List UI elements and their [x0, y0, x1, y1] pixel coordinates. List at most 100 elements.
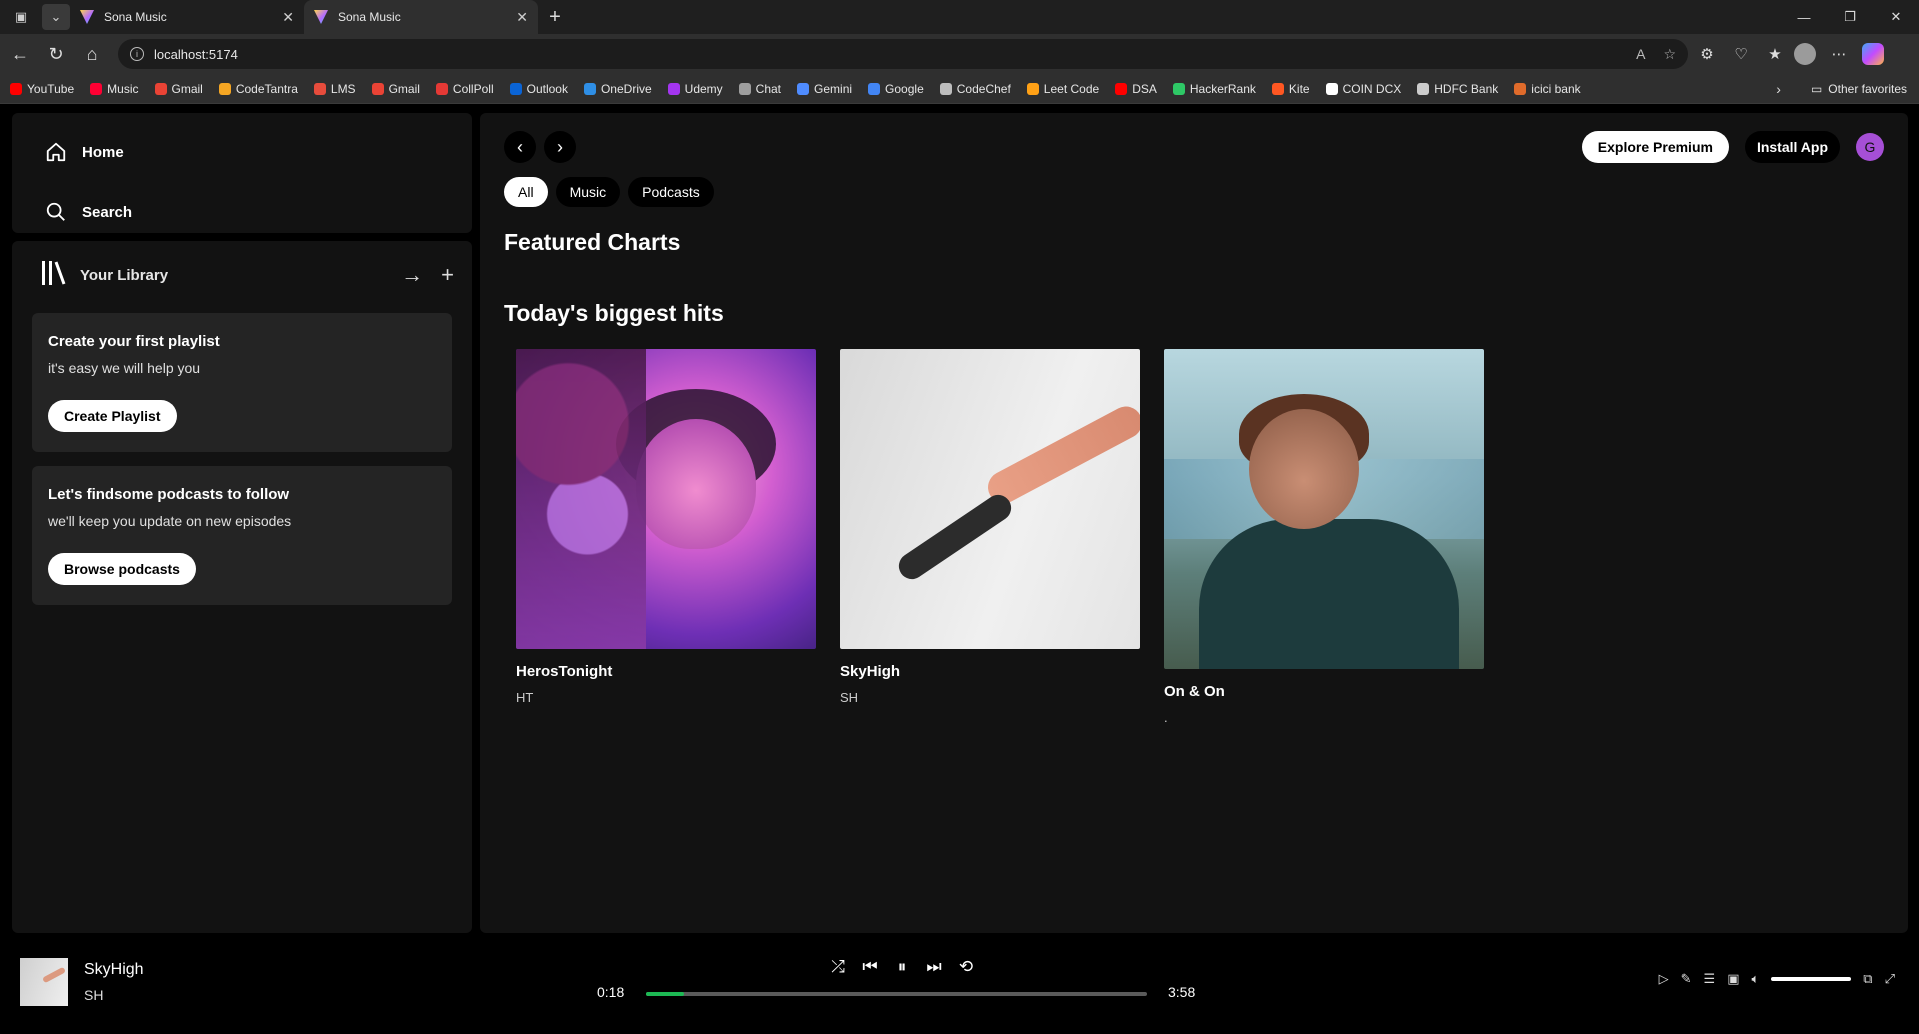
- main-content: ‹ › Explore Premium Install App G All Mu…: [480, 113, 1908, 933]
- now-playing-thumbnail: [20, 958, 68, 1006]
- library-title[interactable]: Your Library: [80, 267, 383, 284]
- bookmark-link[interactable]: Kite: [1271, 82, 1310, 96]
- album-card[interactable]: HerosTonight HT: [516, 349, 816, 725]
- create-playlist-button[interactable]: Create Playlist: [48, 400, 177, 432]
- bookmark-link[interactable]: Outlook: [509, 82, 568, 96]
- more-menu-icon[interactable]: ⋯: [1824, 39, 1854, 69]
- filter-chip-podcasts[interactable]: Podcasts: [628, 177, 714, 207]
- bookmark-icon: [1325, 82, 1338, 95]
- extensions-icon[interactable]: ⚙: [1692, 39, 1722, 69]
- previous-icon[interactable]: ⏮: [854, 957, 886, 977]
- browser-essentials-icon[interactable]: ♡: [1726, 39, 1756, 69]
- bookmark-link[interactable]: YouTube: [10, 82, 74, 96]
- bookmark-link[interactable]: Music: [90, 82, 139, 96]
- new-tab-icon[interactable]: +: [538, 0, 572, 34]
- album-artist: .: [1164, 710, 1168, 725]
- explore-premium-button[interactable]: Explore Premium: [1581, 131, 1729, 163]
- url-text: localhost:5174: [154, 46, 238, 62]
- connect-device-icon[interactable]: ▣: [1727, 971, 1739, 987]
- browser-tab-active[interactable]: Sona Music ✕: [304, 0, 538, 34]
- other-favorites-link[interactable]: Other favorites: [1828, 82, 1907, 96]
- browser-tab[interactable]: Sona Music ✕: [70, 0, 304, 34]
- bookmark-icon: [583, 82, 596, 95]
- bookmark-link[interactable]: icici bank: [1514, 82, 1581, 96]
- bookmark-label: COIN DCX: [1342, 81, 1402, 96]
- bookmark-link[interactable]: HackerRank: [1172, 82, 1256, 96]
- bookmark-link[interactable]: CodeChef: [939, 81, 1011, 96]
- filter-chip-music[interactable]: Music: [555, 177, 621, 207]
- bookmark-icon: [939, 82, 952, 95]
- favorite-star-icon[interactable]: ☆: [1663, 46, 1676, 63]
- repeat-icon[interactable]: ⟲: [950, 957, 982, 977]
- profile-avatar[interactable]: [1794, 43, 1816, 65]
- arrow-right-icon[interactable]: →: [401, 262, 423, 288]
- back-icon[interactable]: ←: [4, 38, 36, 70]
- bookmark-label: CodeChef: [956, 81, 1011, 96]
- album-card[interactable]: SkyHigh SH: [840, 349, 1140, 725]
- lyrics-icon[interactable]: ✎: [1681, 971, 1692, 987]
- tab-actions-chevron-icon[interactable]: ⌄: [42, 4, 70, 30]
- bookmarks-right: › ▭ Other favorites: [1776, 81, 1907, 97]
- close-tab-icon[interactable]: ✕: [516, 9, 528, 26]
- filter-chip-all[interactable]: All: [504, 177, 548, 207]
- bookmark-link[interactable]: Gemini: [797, 82, 852, 96]
- close-window-icon[interactable]: ✕: [1873, 0, 1919, 34]
- pause-icon[interactable]: ⏸: [886, 957, 918, 977]
- mini-player-icon[interactable]: ⧉: [1863, 971, 1872, 987]
- more-bookmarks-chevron-icon[interactable]: ›: [1776, 81, 1781, 97]
- bookmark-label: Chat: [755, 81, 782, 96]
- bookmarks-bar: YouTube Music Gmail CodeTantra LMS Gmail CollP…: [0, 74, 1919, 104]
- bookmark-link[interactable]: LMS: [313, 82, 356, 96]
- bookmark-icon: [218, 82, 231, 95]
- volume-icon[interactable]: 🔈︎: [1751, 971, 1759, 987]
- bookmark-link[interactable]: Gmail: [371, 82, 420, 96]
- site-info-icon[interactable]: i: [130, 47, 144, 61]
- sidebar-item-search[interactable]: Search: [44, 191, 440, 233]
- bookmark-link[interactable]: DSA: [1115, 82, 1157, 96]
- next-icon[interactable]: ⏭: [918, 957, 950, 977]
- close-tab-icon[interactable]: ✕: [282, 9, 294, 26]
- volume-slider[interactable]: [1771, 977, 1852, 981]
- bookmark-icon: [313, 82, 326, 95]
- bookmark-link[interactable]: Leet Code: [1026, 82, 1099, 96]
- bookmark-link[interactable]: CollPoll: [435, 82, 494, 96]
- main-topbar: ‹ › Explore Premium Install App G: [504, 129, 1884, 165]
- bookmark-label: DSA: [1132, 81, 1157, 96]
- workspaces-icon[interactable]: ▣: [6, 4, 36, 30]
- browse-podcasts-button[interactable]: Browse podcasts: [48, 553, 196, 585]
- bookmark-link[interactable]: Gmail: [154, 82, 203, 96]
- library-icon[interactable]: [40, 259, 68, 292]
- album-card[interactable]: On & On .: [1164, 349, 1484, 725]
- bookmark-link[interactable]: Udemy: [667, 82, 723, 96]
- bookmark-link[interactable]: Google: [868, 82, 924, 96]
- sidebar-item-home[interactable]: Home: [44, 131, 440, 173]
- bookmark-link[interactable]: HDFC Bank: [1417, 82, 1498, 96]
- bookmark-label: OneDrive: [600, 81, 652, 96]
- restore-icon[interactable]: ❐: [1827, 0, 1873, 34]
- read-aloud-icon[interactable]: A: [1636, 46, 1645, 62]
- featured-charts-heading: Featured Charts: [504, 229, 681, 255]
- now-playing-view-icon[interactable]: ▷: [1659, 971, 1669, 987]
- bookmark-icon: [1026, 82, 1039, 95]
- home-icon[interactable]: ⌂: [76, 38, 108, 70]
- minimize-icon[interactable]: —: [1781, 0, 1827, 34]
- bookmark-link[interactable]: COIN DCX: [1325, 81, 1402, 96]
- copilot-icon[interactable]: [1862, 43, 1884, 65]
- bookmark-link[interactable]: OneDrive: [583, 81, 652, 96]
- chevron-left-icon[interactable]: ‹: [504, 131, 536, 163]
- shuffle-icon[interactable]: ⤮: [822, 957, 854, 977]
- progress-bar[interactable]: [646, 992, 1147, 996]
- bookmark-link[interactable]: Chat: [738, 81, 782, 96]
- install-app-button[interactable]: Install App: [1744, 131, 1840, 163]
- fullscreen-icon[interactable]: ⤢: [1885, 971, 1895, 987]
- user-avatar[interactable]: G: [1856, 133, 1884, 161]
- app-favicon-icon: [80, 10, 94, 24]
- bookmark-link[interactable]: CodeTantra: [218, 82, 298, 96]
- bookmark-icon: [738, 82, 751, 95]
- chevron-right-icon[interactable]: ›: [544, 131, 576, 163]
- queue-icon[interactable]: ☰: [1704, 971, 1716, 987]
- plus-icon[interactable]: +: [441, 262, 454, 288]
- url-field[interactable]: i localhost:5174 A ☆: [118, 39, 1688, 69]
- favorites-icon[interactable]: ★: [1760, 39, 1790, 69]
- reload-icon[interactable]: ↻: [40, 38, 72, 70]
